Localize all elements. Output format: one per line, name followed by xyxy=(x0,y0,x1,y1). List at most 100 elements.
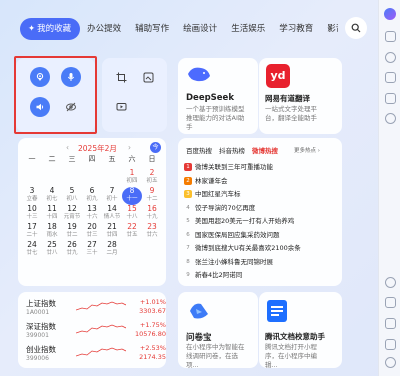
screenshot-icon xyxy=(143,72,153,82)
news-item[interactable]: 2 林家谦年会 xyxy=(184,175,334,185)
news-item[interactable]: 7 微博到底搜大U有关最喜欢2100余条 xyxy=(184,242,334,252)
calendar-day[interactable]: 3 立春 xyxy=(22,187,42,205)
sidebar-icon-1[interactable] xyxy=(385,31,396,42)
news-text: 林家谦年会 xyxy=(195,176,228,185)
sidebar-icon-9[interactable] xyxy=(385,339,396,350)
deepseek-whale-icon xyxy=(188,67,210,82)
app-logo-icon[interactable] xyxy=(384,8,396,20)
sidebar-icon-6[interactable] xyxy=(385,277,396,288)
more-news-link[interactable]: 更多热点 › xyxy=(294,146,320,154)
calendar-day[interactable]: 15 十八 xyxy=(122,205,142,223)
calendar-day[interactable]: 4 初七 xyxy=(42,187,62,205)
calendar-day[interactable]: 17 二十 xyxy=(22,223,42,241)
crop-button[interactable] xyxy=(112,68,130,86)
calendar-day-number: 16 xyxy=(147,204,157,213)
dow-label: 日 xyxy=(148,155,156,163)
calendar-day[interactable]: 26 廿九 xyxy=(62,241,82,259)
sidebar-icon-3[interactable] xyxy=(385,72,396,83)
calendar-day xyxy=(122,241,142,259)
calendar-day[interactable]: 2 初五 xyxy=(142,169,162,187)
calendar-day[interactable]: 25 廿八 xyxy=(42,241,62,259)
calendar-day[interactable]: 13 十六 xyxy=(82,205,102,223)
calendar-day[interactable]: 20 廿三 xyxy=(82,223,102,241)
calendar-day[interactable]: 10 十三 xyxy=(22,205,42,223)
calendar-day-lunar: 十四 xyxy=(46,214,58,220)
tab-favorites[interactable]: ✦ 我的收藏 xyxy=(20,18,81,40)
news-item[interactable]: 4 饺子导演的70亿再度 xyxy=(184,202,334,212)
news-item[interactable]: 8 张兰注小蜂科鲁无同锦时展 xyxy=(184,256,334,266)
stock-row[interactable]: 上证指数 1A0001 +1.01% 3303.67 xyxy=(26,298,166,320)
calendar-day-number: 21 xyxy=(107,222,117,231)
news-item[interactable]: 5 美国用超20美元一打有人开始养鸡 xyxy=(184,215,334,225)
calendar-day[interactable]: 16 十九 xyxy=(142,205,162,223)
next-month-button[interactable]: › xyxy=(128,143,131,152)
tab-office[interactable]: 办公提效 xyxy=(80,18,128,40)
news-rank: 4 xyxy=(186,204,190,211)
calendar-day[interactable]: 7 初十 xyxy=(102,187,122,205)
calendar-day-lunar: 二月 xyxy=(106,250,118,256)
tab-education[interactable]: 学习教育 xyxy=(272,18,320,40)
news-item[interactable]: 6 国家医保局回应集采药效问题 xyxy=(184,229,334,239)
calendar-day xyxy=(22,169,42,187)
news-item[interactable]: 1 微博关联到三年可重播功能 xyxy=(184,161,334,171)
stock-row[interactable]: 深证指数 399001 +1.75% 10576.80 xyxy=(26,321,166,343)
sidebar-icon-4[interactable] xyxy=(385,93,396,104)
calendar-day[interactable]: 18 雨水 xyxy=(42,223,62,241)
calendar-day-lunar: 廿九 xyxy=(66,250,78,256)
calendar-day[interactable]: 24 廿七 xyxy=(22,241,42,259)
calendar-week-row: 10 十三 11 十四 12 元宵节 13 十六 14 情人节 15 十八 16 十九 xyxy=(22,205,162,223)
calendar-day-lunar: 三十 xyxy=(86,250,98,256)
sidebar-icon-2[interactable] xyxy=(385,52,396,63)
wenjuanbao-desc: 在小程序中为智能在线调研问卷，在选项... xyxy=(186,343,245,369)
sidebar-icon-5[interactable] xyxy=(385,113,396,124)
calendar-day[interactable]: 21 廿四 xyxy=(102,223,122,241)
category-tabs: ✦我的收藏 办公提效 辅助写作 绘画设计 生活娱乐 学习教育 影音编辑 多 xyxy=(20,18,338,40)
news-text: 美国用超20美元一打有人开始养鸡 xyxy=(195,217,295,225)
prev-month-button[interactable]: ‹ xyxy=(66,143,69,152)
sidebar-icon-7[interactable] xyxy=(385,297,396,308)
today-button[interactable]: 今 xyxy=(150,142,161,153)
calendar-day-number: 1 xyxy=(129,168,135,177)
sidebar-icon-8[interactable] xyxy=(385,318,396,329)
calendar-day-number: 20 xyxy=(87,222,97,231)
news-item[interactable]: 3 中国红星汽车标 xyxy=(184,188,334,198)
calendar-day[interactable]: 28 二月 xyxy=(102,241,122,259)
news-rank: 2 xyxy=(184,176,192,185)
tab-weibo-hot[interactable]: 微博热搜 xyxy=(252,145,278,155)
calendar-day xyxy=(102,169,122,187)
calendar-day-lunar: 情人节 xyxy=(103,214,121,220)
news-item[interactable]: 9 新春4比2阿诺同 xyxy=(184,269,334,279)
calendar-day-number: 14 xyxy=(107,204,117,213)
tabs-scroll-right-icon[interactable]: › xyxy=(322,19,338,39)
calendar-day xyxy=(82,169,102,187)
video-button[interactable] xyxy=(112,97,130,115)
calendar-day[interactable]: 23 廿六 xyxy=(142,223,162,241)
calendar-day-lunar: 廿五 xyxy=(126,232,138,238)
calendar-day-number: 7 xyxy=(109,186,115,195)
tab-design[interactable]: 绘画设计 xyxy=(176,18,224,40)
tab-writing[interactable]: 辅助写作 xyxy=(128,18,176,40)
calendar-day-number: 9 xyxy=(149,186,155,195)
news-text: 饺子导演的70亿再度 xyxy=(195,203,256,212)
calendar-day[interactable]: 6 初九 xyxy=(82,187,102,205)
search-button[interactable] xyxy=(345,17,367,39)
calendar-day[interactable]: 22 廿五 xyxy=(122,223,142,241)
calendar-day[interactable]: 14 情人节 xyxy=(102,205,122,223)
calendar-day[interactable]: 12 元宵节 xyxy=(62,205,82,223)
dow-label: 二 xyxy=(48,155,56,163)
calendar-day[interactable]: 27 三十 xyxy=(82,241,102,259)
calendar-day-number: 5 xyxy=(69,186,75,195)
calendar-day[interactable]: 19 廿二 xyxy=(62,223,82,241)
tab-douyin-hot[interactable]: 抖音热榜 xyxy=(219,145,245,155)
calendar-day[interactable]: 1 初四 xyxy=(122,169,142,187)
stock-row[interactable]: 创业指数 399006 +2.53% 2174.35 xyxy=(26,344,166,366)
tab-baidu-hot[interactable]: 百度热搜 xyxy=(186,145,212,155)
tab-life[interactable]: 生活娱乐 xyxy=(224,18,272,40)
calendar-day[interactable]: 9 十二 xyxy=(142,187,162,205)
calendar-day[interactable]: 8 十一 xyxy=(122,187,142,205)
screenshot-button[interactable] xyxy=(139,68,157,86)
calendar-day-number: 15 xyxy=(127,204,137,213)
calendar-day[interactable]: 5 初八 xyxy=(62,187,82,205)
calendar-day[interactable]: 11 十四 xyxy=(42,205,62,223)
sidebar-icon-10[interactable] xyxy=(385,357,396,368)
